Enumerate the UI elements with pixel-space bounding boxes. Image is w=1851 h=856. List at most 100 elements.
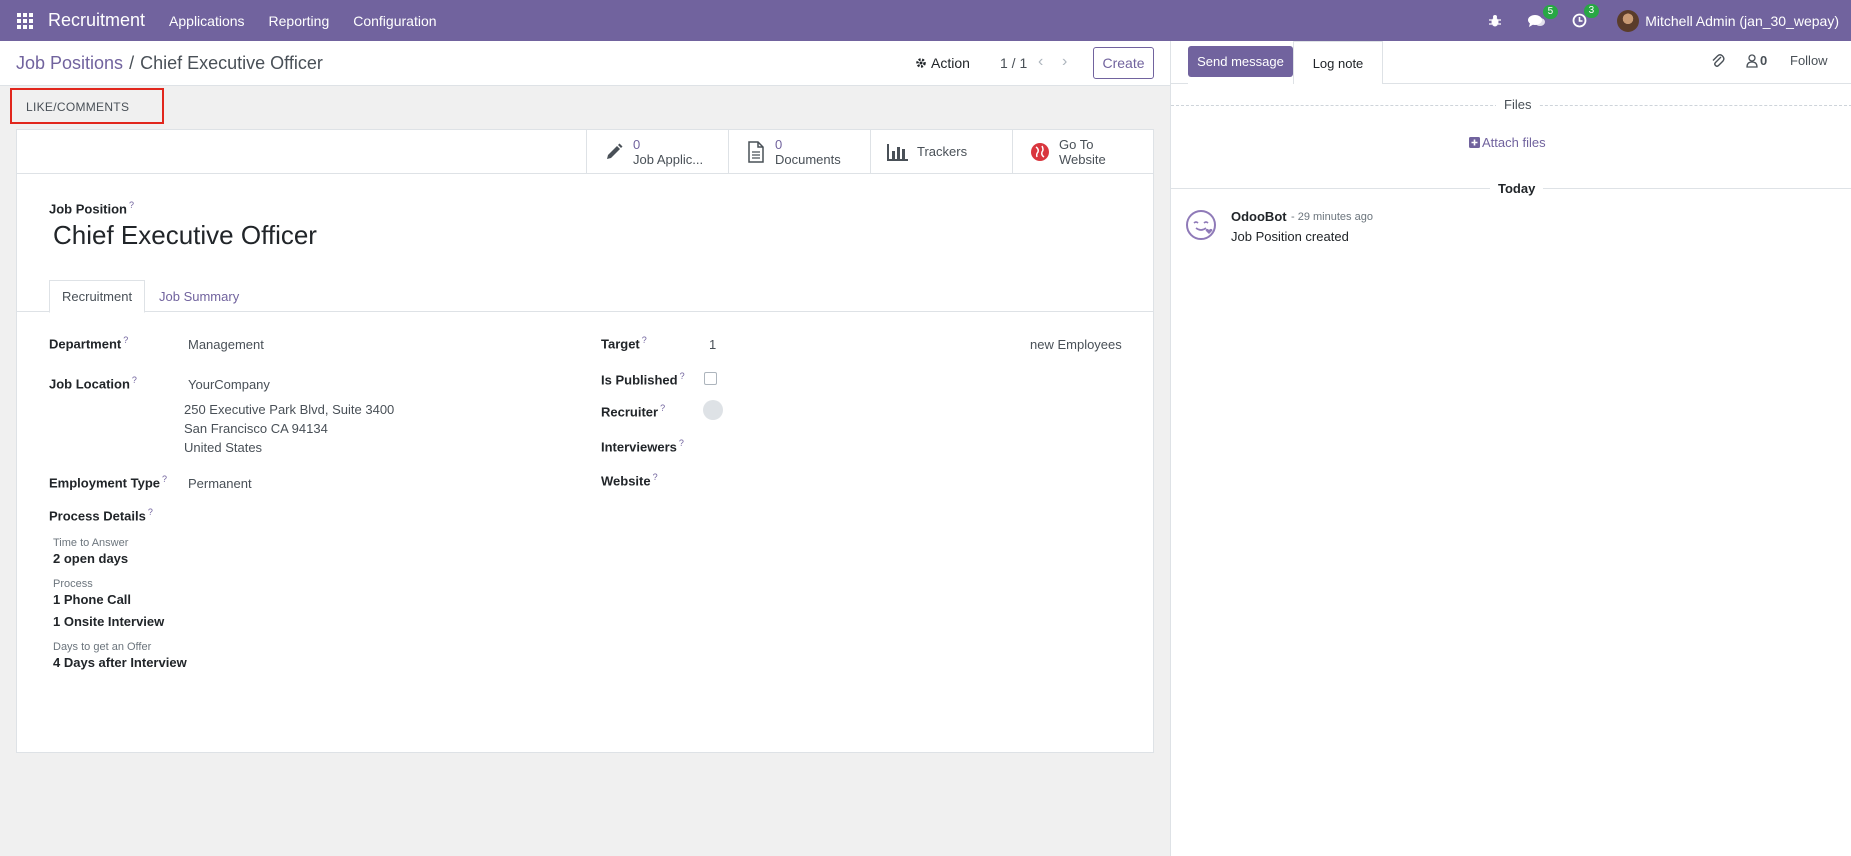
- recruiter-avatar-field[interactable]: [703, 400, 723, 420]
- breadcrumb-current: Chief Executive Officer: [140, 53, 323, 73]
- help-icon[interactable]: ?: [679, 438, 684, 448]
- menu-configuration[interactable]: Configuration: [353, 13, 436, 29]
- process-step-phone-call: 1 Phone Call: [53, 592, 132, 607]
- bug-icon[interactable]: [1488, 14, 1502, 28]
- files-section-label: Files: [1496, 97, 1540, 112]
- globe-icon: [1029, 141, 1051, 163]
- process-label: Process: [53, 578, 93, 590]
- messages-icon[interactable]: 5: [1528, 4, 1559, 28]
- message-author[interactable]: OdooBot: [1231, 209, 1287, 224]
- time-to-answer-label: Time to Answer: [53, 537, 129, 549]
- address-line-country: United States: [184, 440, 263, 455]
- messages-badge: 5: [1542, 4, 1559, 19]
- pager-value[interactable]: 1 / 1: [1000, 55, 1027, 71]
- trackers-label: Trackers: [917, 144, 968, 159]
- website-label: Website: [1059, 151, 1106, 167]
- job-position-label: Job Position: [49, 201, 127, 217]
- department-field[interactable]: Management: [188, 337, 264, 352]
- form-view: Job Positions / Chief Executive Officer Ac…: [0, 41, 1170, 856]
- smart-button-box: 0 Job Applic... 0 Documents Trackers Go To…: [17, 130, 1153, 174]
- interviewers-label-wrap: Interviewers?: [601, 438, 684, 454]
- go-to-website-button[interactable]: Go To Website: [1012, 130, 1154, 173]
- form-sheet: 0 Job Applic... 0 Documents Trackers Go To…: [16, 129, 1154, 753]
- notebook-tabs: Recruitment Job Summary: [17, 280, 1153, 313]
- top-navbar: Recruitment Applications Reporting Confi…: [0, 0, 1851, 41]
- paperclip-icon[interactable]: [1711, 53, 1725, 69]
- process-details-label: Process Details: [49, 508, 146, 524]
- action-button[interactable]: Action: [915, 55, 970, 71]
- days-to-offer-value: 4 Days after Interview: [53, 655, 187, 670]
- menu-applications[interactable]: Applications: [169, 13, 245, 29]
- help-icon[interactable]: ?: [148, 507, 153, 517]
- tab-job-summary[interactable]: Job Summary: [147, 280, 251, 312]
- like-comments-label: LIKE/COMMENTS: [26, 100, 130, 114]
- department-label-wrap: Department?: [49, 335, 128, 351]
- control-panel: Job Positions / Chief Executive Officer Ac…: [0, 41, 1170, 86]
- message-body: Job Position created: [1231, 229, 1349, 244]
- process-step-onsite-interview: 1 Onsite Interview: [53, 614, 165, 629]
- job-applications-button[interactable]: 0 Job Applic...: [586, 130, 728, 173]
- like-comments-highlight[interactable]: LIKE/COMMENTS: [10, 88, 164, 124]
- odoobot-avatar[interactable]: [1185, 209, 1217, 241]
- address-line-street: 250 Executive Park Blvd, Suite 3400: [184, 402, 395, 417]
- help-icon[interactable]: ?: [129, 200, 134, 210]
- job-location-field[interactable]: YourCompany: [188, 377, 270, 392]
- job-applications-count: 0: [633, 136, 641, 152]
- website-field-label: Website: [601, 473, 651, 489]
- activities-badge: 3: [1583, 4, 1600, 18]
- help-icon[interactable]: ?: [653, 472, 658, 482]
- breadcrumb-job-positions[interactable]: Job Positions: [16, 53, 123, 73]
- is-published-label: Is Published: [601, 372, 678, 388]
- breadcrumb: Job Positions / Chief Executive Officer: [16, 53, 323, 74]
- job-applications-label: Job Applic...: [633, 151, 704, 167]
- app-brand[interactable]: Recruitment: [48, 10, 145, 31]
- target-label: Target: [601, 336, 640, 352]
- help-icon[interactable]: ?: [162, 474, 167, 484]
- message-timestamp: - 29 minutes ago: [1291, 211, 1373, 223]
- job-position-name-field[interactable]: Chief Executive Officer: [53, 220, 317, 251]
- help-icon[interactable]: ?: [680, 371, 685, 381]
- pager-next-icon[interactable]: ›: [1062, 53, 1067, 71]
- is-published-checkbox[interactable]: [704, 372, 717, 385]
- job-location-label-wrap: Job Location?: [49, 375, 137, 391]
- create-button[interactable]: Create: [1093, 47, 1154, 79]
- target-label-wrap: Target?: [601, 335, 647, 351]
- activities-icon[interactable]: 3: [1572, 4, 1600, 28]
- attach-files-button[interactable]: Attach files: [1469, 135, 1546, 150]
- follow-button[interactable]: Follow: [1790, 53, 1828, 68]
- apps-menu-icon[interactable]: [17, 12, 33, 29]
- pencil-icon: [603, 141, 625, 163]
- target-field[interactable]: 1: [709, 337, 716, 352]
- is-published-label-wrap: Is Published?: [601, 371, 685, 387]
- trackers-button[interactable]: Trackers: [870, 130, 1012, 173]
- tab-recruitment[interactable]: Recruitment: [49, 280, 146, 313]
- breadcrumb-separator: /: [129, 53, 135, 73]
- send-message-button[interactable]: Send message: [1188, 46, 1293, 77]
- pager-previous-icon[interactable]: ‹: [1038, 53, 1043, 71]
- recruiter-label-wrap: Recruiter?: [601, 403, 665, 419]
- user-avatar[interactable]: [1617, 9, 1640, 32]
- address-line-city: San Francisco CA 94134: [184, 421, 328, 436]
- help-icon[interactable]: ?: [642, 335, 647, 345]
- log-note-button[interactable]: Log note: [1293, 41, 1383, 84]
- process-details-label-wrap: Process Details?: [49, 507, 153, 523]
- chatter-topbar: Send message Log note 0 Follow: [1171, 41, 1851, 84]
- help-icon[interactable]: ?: [660, 403, 665, 413]
- documents-count: 0: [775, 136, 783, 152]
- documents-label: Documents: [775, 151, 841, 167]
- job-location-address: 250 Executive Park Blvd, Suite 3400 San …: [184, 400, 394, 457]
- followers-button[interactable]: 0: [1746, 53, 1767, 68]
- target-suffix: new Employees: [1030, 337, 1122, 352]
- gear-icon: [916, 58, 926, 68]
- help-icon[interactable]: ?: [132, 375, 137, 385]
- user-menu[interactable]: Mitchell Admin (jan_30_wepay): [1645, 13, 1839, 29]
- time-to-answer-value: 2 open days: [53, 551, 129, 566]
- website-label-wrap: Website?: [601, 472, 658, 488]
- employment-type-field[interactable]: Permanent: [188, 476, 252, 491]
- menu-reporting[interactable]: Reporting: [269, 13, 330, 29]
- go-to-label: Go To: [1059, 136, 1094, 152]
- document-icon: [745, 140, 767, 163]
- department-label: Department: [49, 336, 122, 352]
- help-icon[interactable]: ?: [123, 335, 128, 345]
- documents-button[interactable]: 0 Documents: [728, 130, 870, 173]
